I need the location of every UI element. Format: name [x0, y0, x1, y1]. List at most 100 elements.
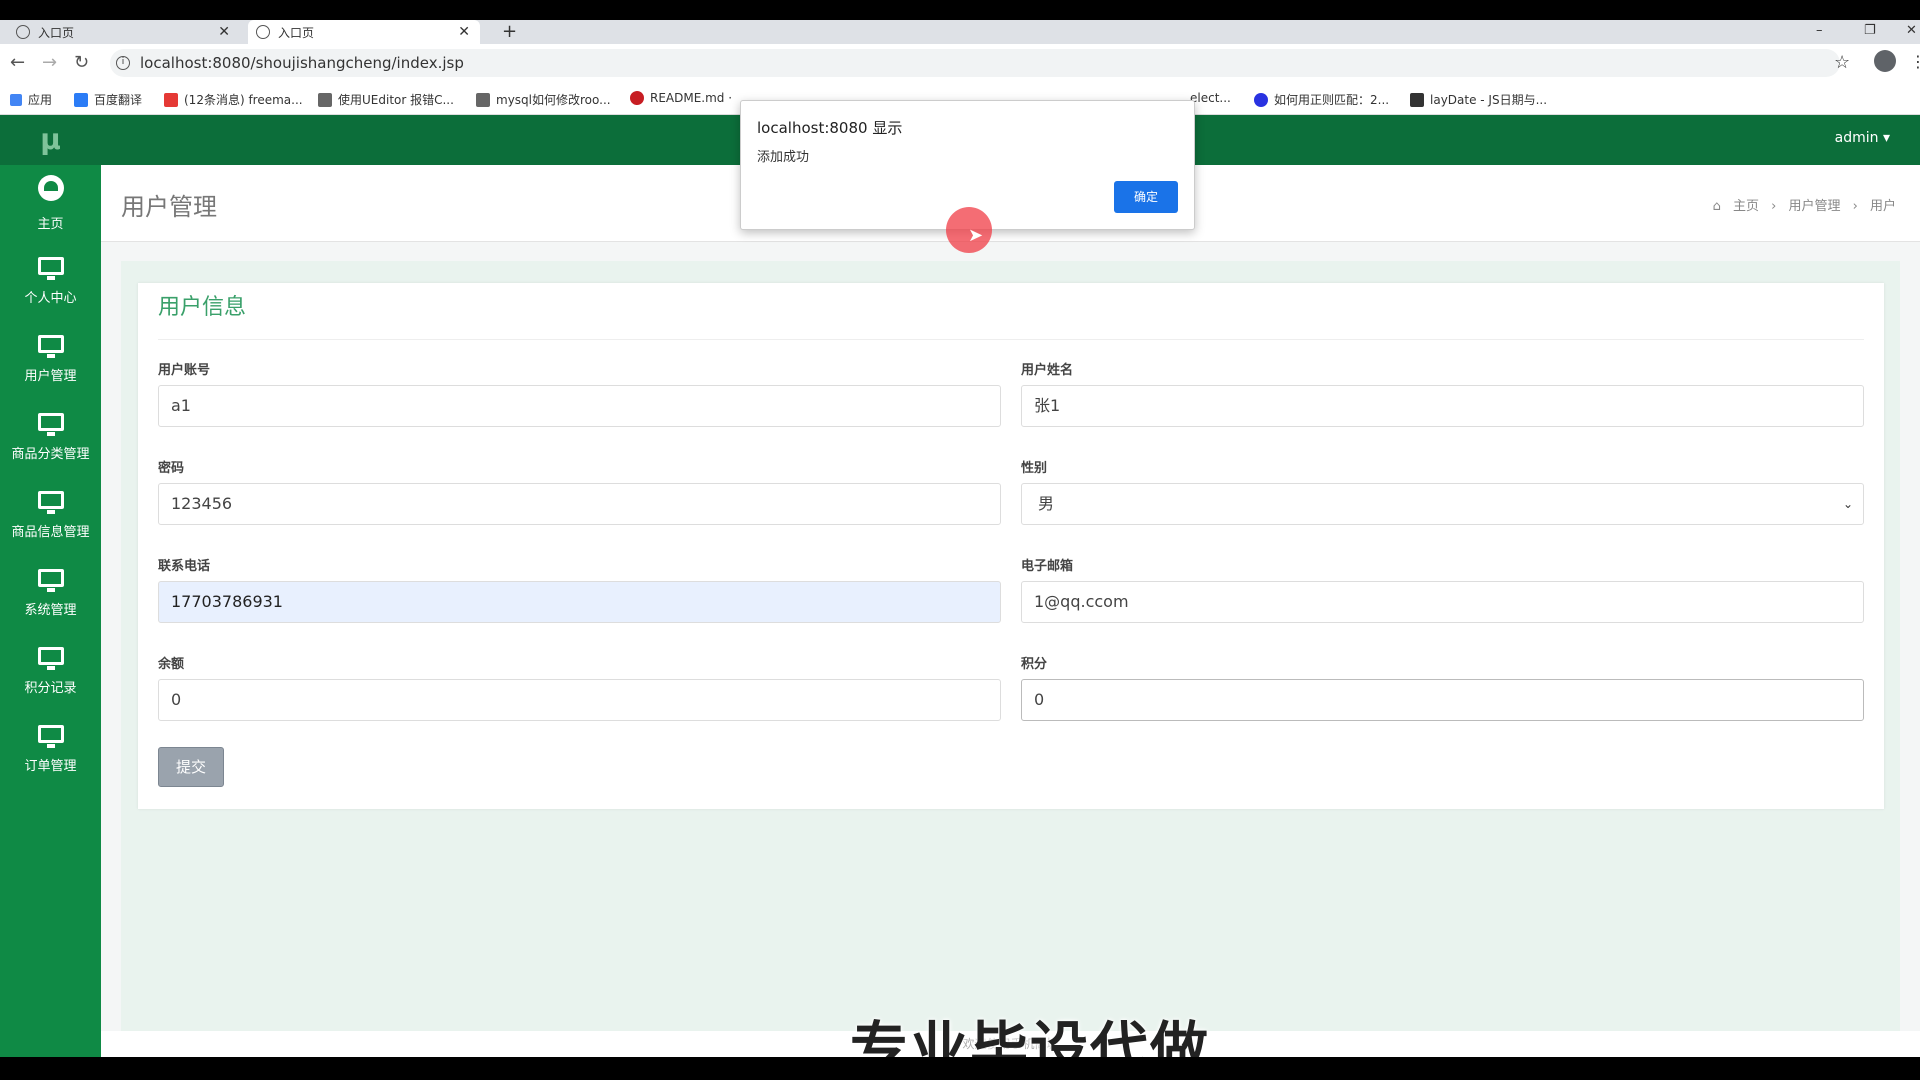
- bookmark-item[interactable]: 如何用正则匹配：2...: [1254, 91, 1389, 108]
- sidebar-item-label: 用户管理: [24, 369, 77, 384]
- tab-title: 入口页: [38, 25, 75, 40]
- account-input[interactable]: a1: [158, 385, 1001, 427]
- browser-tab[interactable]: 入口页 ✕: [8, 20, 240, 44]
- breadcrumb-users[interactable]: 用户管理: [1788, 199, 1840, 214]
- sidebar-item-users[interactable]: 用户管理: [0, 321, 101, 399]
- balance-input[interactable]: 0: [158, 679, 1001, 721]
- browser-toolbar: ← → ↻ i localhost:8080/shoujishangcheng/…: [0, 44, 1920, 82]
- sidebar-item-home[interactable]: 主页: [0, 165, 101, 243]
- breadcrumb-home[interactable]: 主页: [1733, 199, 1759, 214]
- phone-field: 联系电话 17703786931: [158, 555, 1001, 623]
- phone-input[interactable]: 17703786931: [158, 581, 1001, 623]
- close-tab-icon[interactable]: ✕: [458, 24, 470, 40]
- menu-icon[interactable]: ⋮: [1910, 52, 1920, 71]
- points-field: 积分 0: [1021, 653, 1864, 721]
- account-label: 用户账号: [158, 363, 211, 378]
- points-label: 积分: [1021, 657, 1048, 672]
- bookmark-label: 应用: [28, 93, 53, 107]
- sidebar-item-products[interactable]: 商品信息管理: [0, 477, 101, 555]
- password-input[interactable]: 123456: [158, 483, 1001, 525]
- minimize-icon[interactable]: –: [1816, 20, 1823, 42]
- email-field: 电子邮箱 1@qq.ccom: [1021, 555, 1864, 623]
- name-input[interactable]: 张1: [1021, 385, 1864, 427]
- csdn-icon: [164, 92, 178, 107]
- form-title: 用户信息: [158, 295, 247, 320]
- forward-icon[interactable]: →: [42, 52, 57, 73]
- bookmark-item[interactable]: 使用UEditor 报错C...: [318, 91, 454, 108]
- email-label: 电子邮箱: [1021, 559, 1074, 574]
- breadcrumb: ⌂ 主页 › 用户管理 › 用户: [1709, 195, 1900, 214]
- submit-button[interactable]: 提交: [158, 747, 224, 787]
- page-title: 用户管理: [121, 193, 217, 221]
- bookmark-star-icon[interactable]: ☆: [1834, 52, 1850, 73]
- close-tab-icon[interactable]: ✕: [218, 24, 230, 40]
- password-field: 密码 123456: [158, 457, 1001, 525]
- balance-label: 余额: [158, 657, 185, 672]
- browser-tab-active[interactable]: 入口页 ✕: [248, 20, 480, 44]
- bookmark-label: layDate - JS日期与...: [1430, 93, 1548, 107]
- breadcrumb-sep: ›: [1852, 199, 1858, 214]
- sidebar-item-profile[interactable]: 个人中心: [0, 243, 101, 321]
- close-window-icon[interactable]: ✕: [1906, 20, 1917, 42]
- monitor-icon: [37, 491, 64, 514]
- bookmark-item[interactable]: mysql如何修改roo...: [476, 91, 611, 108]
- points-input[interactable]: 0: [1021, 679, 1864, 721]
- balance-field: 余额 0: [158, 653, 1001, 721]
- gender-select[interactable]: 男 ⌄: [1021, 483, 1864, 525]
- main-content: 用户信息 用户账号 a1 用户姓名 张1 密码 123456 性别 男 ⌄ 联系…: [121, 261, 1900, 1031]
- new-tab-button[interactable]: +: [502, 20, 517, 44]
- sidebar-item-label: 商品信息管理: [11, 525, 90, 540]
- bookmark-label: mysql如何修改roo...: [496, 93, 611, 107]
- account-field: 用户账号 a1: [158, 359, 1001, 427]
- monitor-icon: [37, 413, 64, 436]
- dialog-ok-button[interactable]: 确定: [1114, 181, 1178, 213]
- dialog-title: localhost:8080 显示: [757, 119, 903, 137]
- dialog-message: 添加成功: [757, 150, 810, 165]
- gender-label: 性别: [1021, 461, 1048, 476]
- sidebar-item-points[interactable]: 积分记录: [0, 633, 101, 711]
- dashboard-icon: [37, 175, 64, 201]
- bookmark-label: 使用UEditor 报错C...: [338, 93, 454, 107]
- url-text: localhost:8080/shoujishangcheng/index.js…: [140, 54, 464, 72]
- sidebar-item-orders[interactable]: 订单管理: [0, 711, 101, 789]
- breadcrumb-current: 用户: [1869, 199, 1896, 214]
- sidebar: μ 主页 个人中心 用户管理 商品分类管理 商品信息管理 系统管理 积分记录 订…: [0, 115, 101, 1057]
- bookmark-label: (12条消息) freema...: [184, 93, 303, 107]
- breadcrumb-sep: ›: [1771, 199, 1777, 214]
- bookmark-label: 百度翻译: [94, 93, 143, 107]
- bookmark-apps[interactable]: 应用: [10, 91, 52, 108]
- browser-window: 入口页 ✕ 入口页 ✕ + – ❐ ✕ ← → ↻ i localhost:80…: [0, 20, 1920, 1057]
- bookmark-item[interactable]: layDate - JS日期与...: [1410, 91, 1547, 108]
- info-icon[interactable]: i: [116, 56, 130, 70]
- site-icon: [318, 92, 332, 107]
- gitee-icon: [630, 91, 644, 105]
- address-bar[interactable]: i localhost:8080/shoujishangcheng/index.…: [110, 49, 1840, 77]
- user-menu[interactable]: admin ▾: [1835, 130, 1890, 146]
- bookmark-label: README.md ·: [650, 91, 733, 105]
- monitor-icon: [37, 257, 64, 280]
- site-icon: [476, 92, 490, 107]
- bookmark-item[interactable]: elect...: [1190, 91, 1231, 105]
- back-icon[interactable]: ←: [10, 52, 25, 73]
- name-field: 用户姓名 张1: [1021, 359, 1864, 427]
- sidebar-item-label: 系统管理: [24, 603, 77, 618]
- profile-avatar[interactable]: [1874, 50, 1896, 72]
- monitor-icon: [37, 725, 64, 748]
- sidebar-item-label: 积分记录: [24, 681, 77, 696]
- watermark-text: 专业毕设代做: [850, 1015, 1211, 1057]
- bookmark-item[interactable]: README.md ·: [630, 91, 732, 105]
- bookmark-item[interactable]: (12条消息) freema...: [164, 91, 303, 108]
- baidu-paw-icon: [1254, 92, 1268, 107]
- chevron-down-icon: ⌄: [1842, 497, 1853, 511]
- password-label: 密码: [158, 461, 185, 476]
- email-input[interactable]: 1@qq.ccom: [1021, 581, 1864, 623]
- reload-icon[interactable]: ↻: [74, 52, 89, 73]
- sidebar-item-categories[interactable]: 商品分类管理: [0, 399, 101, 477]
- bookmark-label: elect...: [1190, 91, 1231, 105]
- app-logo[interactable]: μ: [0, 115, 101, 165]
- sidebar-item-system[interactable]: 系统管理: [0, 555, 101, 633]
- baidu-translate-icon: [74, 92, 88, 107]
- restore-icon[interactable]: ❐: [1864, 20, 1876, 42]
- gender-field: 性别 男 ⌄: [1021, 457, 1864, 525]
- bookmark-item[interactable]: 百度翻译: [74, 91, 142, 108]
